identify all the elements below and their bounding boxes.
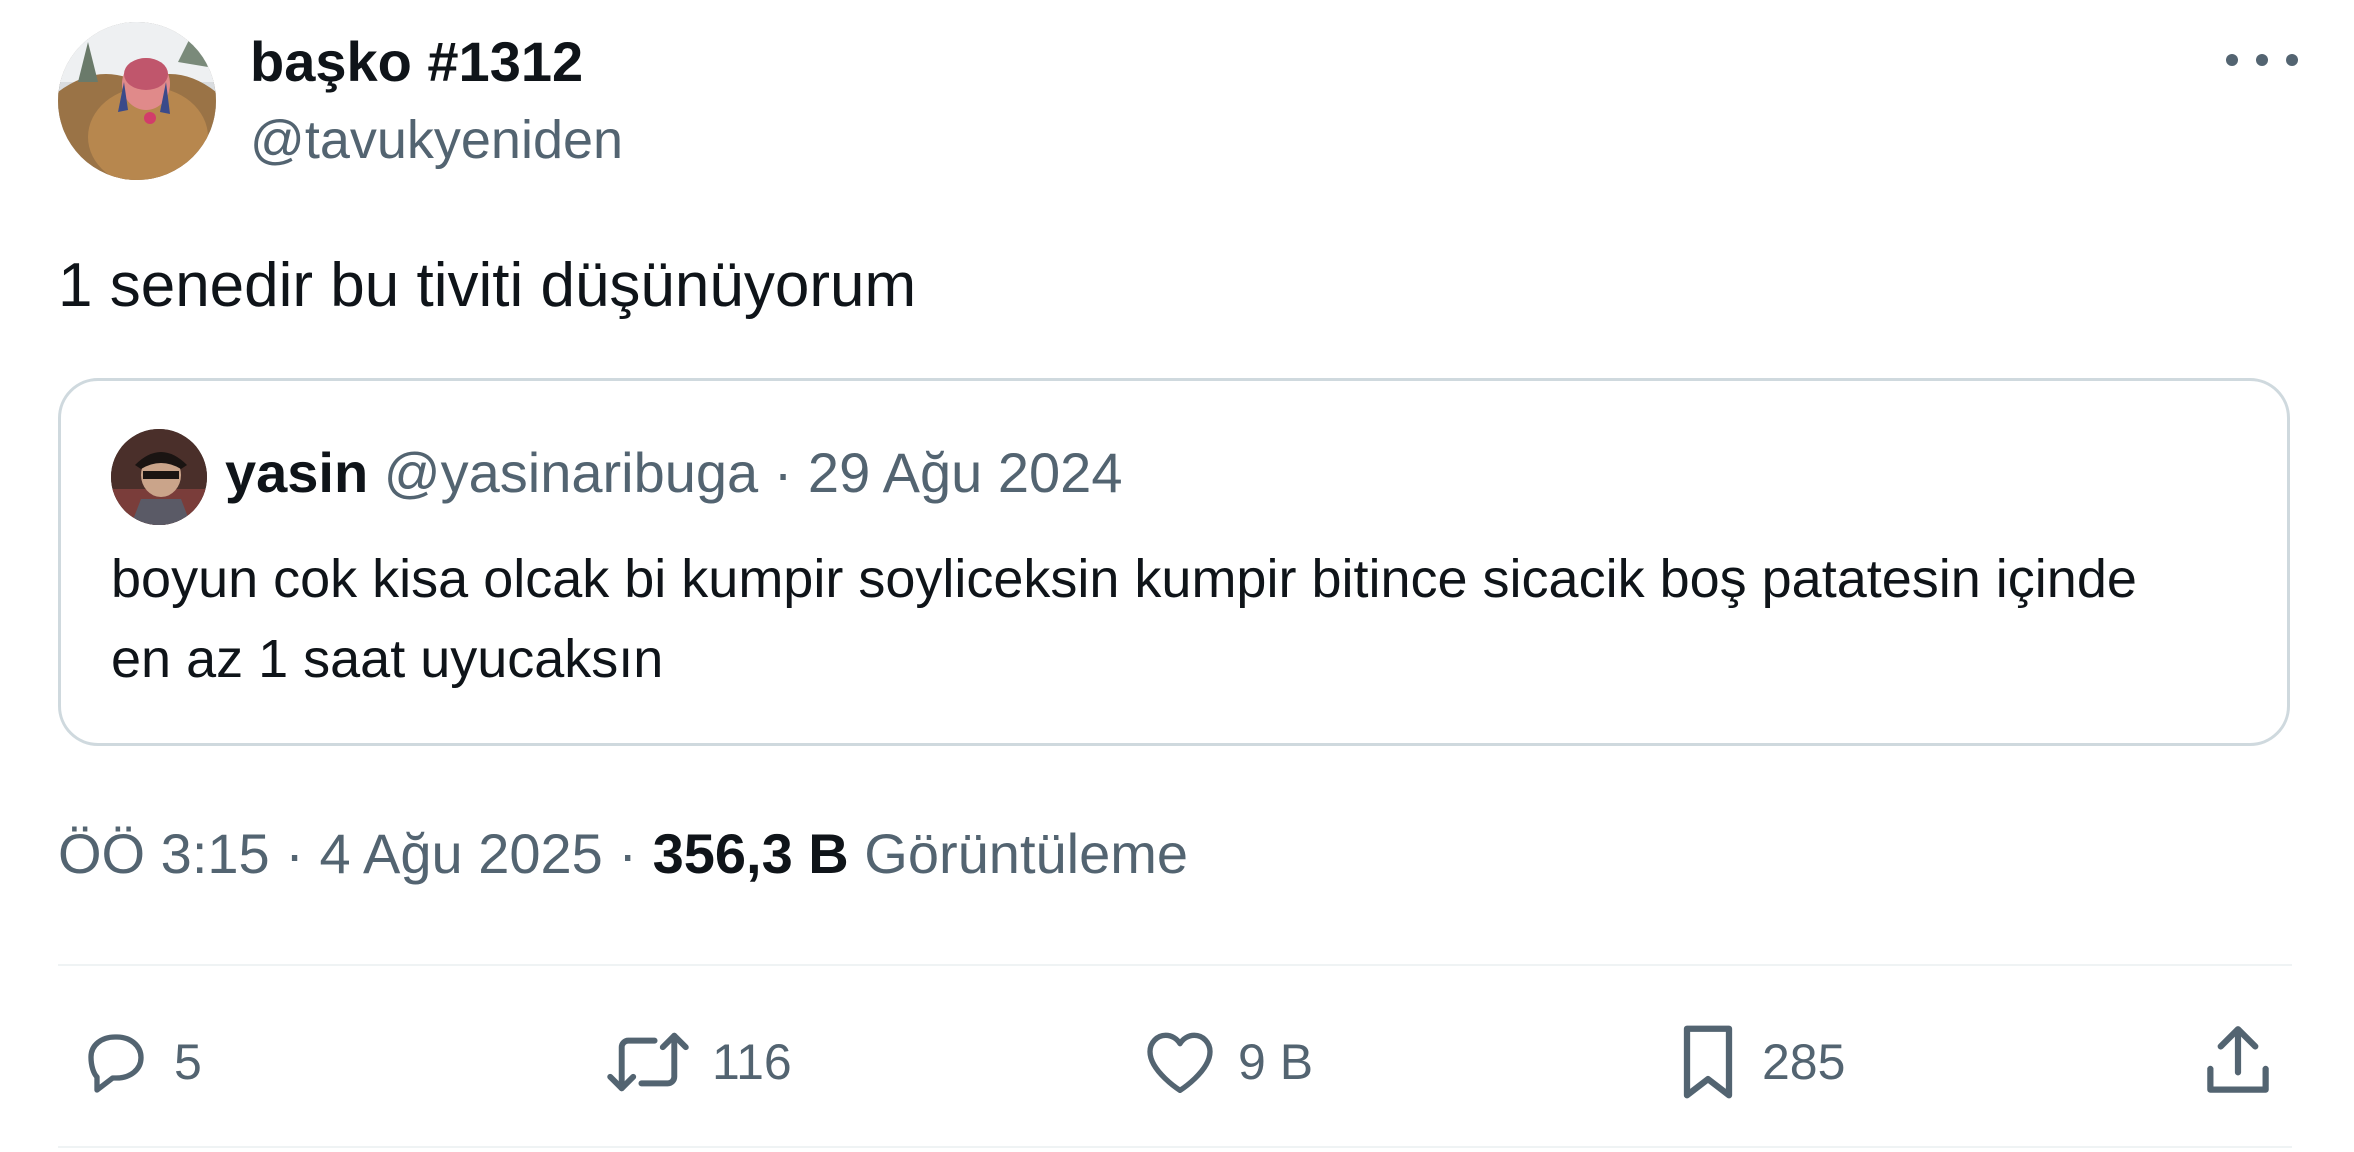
quoted-author-avatar[interactable] [111, 429, 207, 525]
reply-button[interactable]: 5 [76, 1020, 202, 1104]
quoted-tweet-header: yasin @yasinaribuga · 29 Ağu 2024 [225, 437, 1122, 509]
share-icon [2207, 1026, 2269, 1093]
share-button[interactable] [2200, 1020, 2276, 1104]
author-avatar-image [58, 22, 216, 180]
bookmark-button[interactable]: 285 [1672, 1020, 1845, 1104]
meta-separator: · [602, 822, 653, 885]
retweet-count: 116 [712, 1034, 792, 1090]
quoted-tweet-card[interactable]: yasin @yasinaribuga · 29 Ağu 2024 boyun … [58, 378, 2290, 746]
more-dot [2226, 54, 2238, 66]
quoted-author-handle: @yasinaribuga [384, 441, 758, 504]
tweet-meta: ÖÖ 3:15 · 4 Ağu 2025 · 356,3 B Görüntüle… [58, 818, 1188, 890]
divider [58, 964, 2292, 966]
divider [58, 1146, 2292, 1148]
quoted-author-display-name[interactable]: yasin [225, 441, 368, 504]
heart-icon [1147, 1032, 1213, 1093]
tweet-time[interactable]: ÖÖ 3:15 [58, 822, 270, 885]
views-count: 356,3 B [652, 822, 849, 885]
quoted-tweet-date[interactable]: 29 Ağu 2024 [808, 441, 1123, 504]
reply-count: 5 [174, 1034, 202, 1090]
quoted-meta-separator: · [758, 441, 808, 504]
tweet-detail: başko #1312 @tavukyeniden 1 senedir bu t… [0, 0, 2354, 1152]
more-dots-icon[interactable] [2226, 38, 2298, 82]
more-dot [2256, 54, 2268, 66]
quoted-author-avatar-image [111, 429, 207, 525]
tweet-date[interactable]: 4 Ağu 2025 [319, 822, 602, 885]
meta-separator: · [269, 822, 320, 885]
quoted-tweet-text: boyun cok kisa olcak bi kumpir soyliceks… [111, 549, 2137, 689]
author-display-name[interactable]: başko #1312 [250, 26, 583, 98]
retweet-button[interactable]: 116 [602, 1020, 792, 1104]
like-button[interactable]: 9 B [1140, 1020, 1313, 1104]
like-count: 9 B [1238, 1034, 1314, 1090]
author-avatar[interactable] [58, 22, 216, 180]
more-dot [2286, 54, 2298, 66]
quoted-handle-text[interactable]: @yasinaribuga [384, 441, 758, 504]
author-handle[interactable]: @tavukyeniden [250, 104, 623, 176]
bookmark-icon [1683, 1025, 1733, 1099]
bookmark-count: 285 [1762, 1034, 1846, 1090]
views-label: Görüntüleme [864, 822, 1189, 885]
tweet-text: 1 senedir bu tiviti düşünüyorum [58, 251, 917, 320]
reply-icon [88, 1034, 144, 1093]
retweet-icon [607, 1032, 689, 1092]
